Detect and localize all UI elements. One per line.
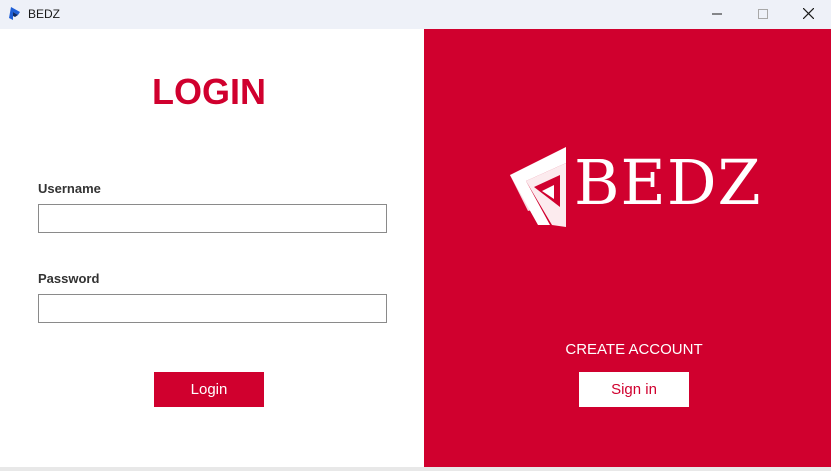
- create-account-label: CREATE ACCOUNT: [565, 341, 703, 358]
- login-heading: LOGIN: [152, 71, 266, 112]
- window-title: BEDZ: [28, 7, 61, 21]
- window-bottom-edge: [0, 467, 831, 471]
- minimize-button[interactable]: [694, 0, 740, 29]
- bedz-logo: BEDZ: [508, 146, 761, 227]
- sign-in-button[interactable]: Sign in: [579, 372, 689, 407]
- signup-panel: BEDZ CREATE ACCOUNT Sign in: [424, 29, 831, 467]
- username-label: Username: [38, 181, 101, 196]
- maximize-button[interactable]: [740, 0, 786, 29]
- app-icon: [8, 6, 22, 22]
- password-label: Password: [38, 271, 100, 286]
- password-input[interactable]: [38, 294, 387, 323]
- minimize-icon: [712, 6, 722, 24]
- login-panel: LOGIN Username Password Login: [0, 29, 424, 467]
- title-bar: BEDZ: [0, 0, 831, 29]
- maximize-icon: [758, 6, 768, 24]
- bedz-logo-icon: [508, 147, 574, 232]
- username-input[interactable]: [38, 204, 387, 233]
- login-button[interactable]: Login: [154, 372, 264, 407]
- bedz-logo-text: BEDZ: [574, 146, 762, 219]
- close-icon: [802, 6, 814, 24]
- close-button[interactable]: [785, 0, 831, 29]
